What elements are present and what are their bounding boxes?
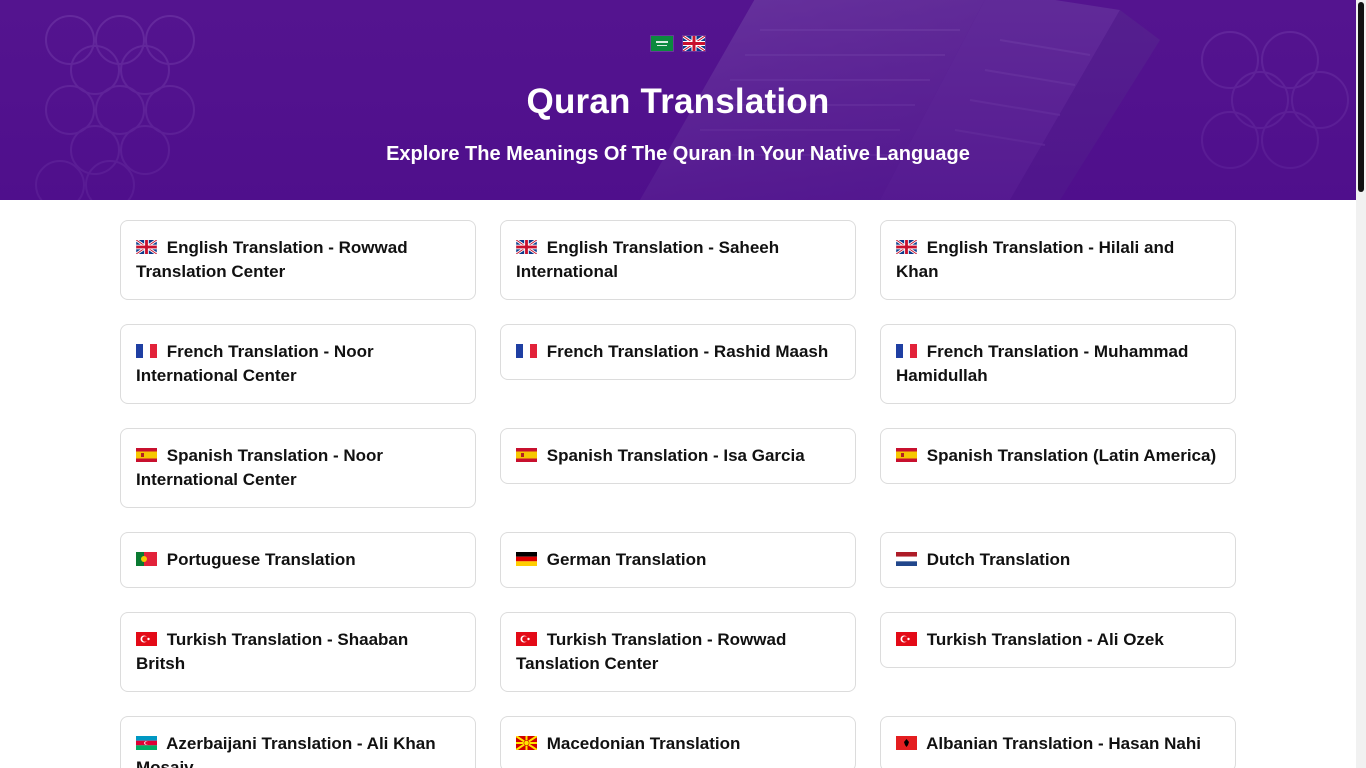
- spain-flag-icon: [896, 448, 917, 462]
- france-flag-icon: [516, 344, 537, 358]
- portugal-flag-icon: [136, 552, 157, 566]
- turkey-flag-icon: [136, 632, 157, 646]
- translation-card[interactable]: French Translation - Rashid Maash: [500, 324, 856, 380]
- hero-banner: Quran Translation Explore The Meanings O…: [0, 0, 1356, 200]
- france-flag-icon: [136, 344, 157, 358]
- translation-label: Turkish Translation - Rowwad Tanslation …: [516, 630, 787, 673]
- translation-card[interactable]: French Translation - Muhammad Hamidullah: [880, 324, 1236, 404]
- translation-label: Dutch Translation: [926, 550, 1071, 569]
- vertical-scrollbar[interactable]: [1356, 0, 1366, 768]
- translation-label: Spanish Translation (Latin America): [926, 446, 1217, 465]
- translation-label: Macedonian Translation: [546, 734, 741, 753]
- translation-label: Spanish Translation - Noor International…: [136, 446, 384, 489]
- uk-flag-icon[interactable]: [683, 36, 705, 51]
- translation-label: English Translation - Rowwad Translation…: [136, 238, 408, 281]
- translation-card[interactable]: French Translation - Noor International …: [120, 324, 476, 404]
- translation-label: Spanish Translation - Isa Garcia: [546, 446, 805, 465]
- translation-card[interactable]: Spanish Translation - Isa Garcia: [500, 428, 856, 484]
- page-title: Quran Translation: [526, 82, 830, 121]
- netherlands-flag-icon: [896, 552, 917, 566]
- translation-label: French Translation - Rashid Maash: [546, 342, 829, 361]
- albania-flag-icon: [896, 736, 917, 750]
- translation-card[interactable]: Turkish Translation - Shaaban Britsh: [120, 612, 476, 692]
- translation-card[interactable]: Azerbaijani Translation - Ali Khan Mosai…: [120, 716, 476, 768]
- page-subtitle: Explore The Meanings Of The Quran In You…: [386, 143, 970, 165]
- translation-label: French Translation - Noor International …: [136, 342, 374, 385]
- macedonia-flag-icon: [516, 736, 537, 750]
- translation-card[interactable]: Spanish Translation - Noor International…: [120, 428, 476, 508]
- translation-label: Turkish Translation - Shaaban Britsh: [136, 630, 409, 673]
- translation-card[interactable]: Albanian Translation - Hasan Nahi: [880, 716, 1236, 768]
- translation-label: English Translation - Hilali and Khan: [896, 238, 1175, 281]
- translation-label: Portuguese Translation: [166, 550, 356, 569]
- translation-label: French Translation - Muhammad Hamidullah: [896, 342, 1189, 385]
- translation-card[interactable]: English Translation - Rowwad Translation…: [120, 220, 476, 300]
- saudi-flag-icon[interactable]: [651, 36, 673, 51]
- germany-flag-icon: [516, 552, 537, 566]
- translation-label: Turkish Translation - Ali Ozek: [926, 630, 1164, 649]
- page: Quran Translation Explore The Meanings O…: [0, 0, 1366, 768]
- translation-card[interactable]: Spanish Translation (Latin America): [880, 428, 1236, 484]
- translation-label: Azerbaijani Translation - Ali Khan Mosai…: [136, 734, 436, 768]
- azerbaijan-flag-icon: [136, 736, 157, 750]
- translation-card[interactable]: English Translation - Saheeh Internation…: [500, 220, 856, 300]
- translation-card[interactable]: Turkish Translation - Rowwad Tanslation …: [500, 612, 856, 692]
- language-switcher: [0, 36, 1356, 51]
- turkey-flag-icon: [896, 632, 917, 646]
- turkey-flag-icon: [516, 632, 537, 646]
- translations-grid: English Translation - Rowwad Translation…: [120, 220, 1236, 768]
- spain-flag-icon: [516, 448, 537, 462]
- uk-flag-icon: [136, 240, 157, 254]
- translation-card[interactable]: Macedonian Translation: [500, 716, 856, 768]
- uk-flag-icon: [896, 240, 917, 254]
- scrollbar-thumb[interactable]: [1358, 2, 1364, 192]
- spain-flag-icon: [136, 448, 157, 462]
- translation-card[interactable]: Dutch Translation: [880, 532, 1236, 588]
- translation-label: Albanian Translation - Hasan Nahi: [926, 734, 1201, 753]
- translation-card[interactable]: English Translation - Hilali and Khan: [880, 220, 1236, 300]
- translation-card[interactable]: German Translation: [500, 532, 856, 588]
- translation-card[interactable]: Turkish Translation - Ali Ozek: [880, 612, 1236, 668]
- france-flag-icon: [896, 344, 917, 358]
- translation-label: German Translation: [546, 550, 707, 569]
- uk-flag-icon: [516, 240, 537, 254]
- translation-label: English Translation - Saheeh Internation…: [516, 238, 780, 281]
- translation-card[interactable]: Portuguese Translation: [120, 532, 476, 588]
